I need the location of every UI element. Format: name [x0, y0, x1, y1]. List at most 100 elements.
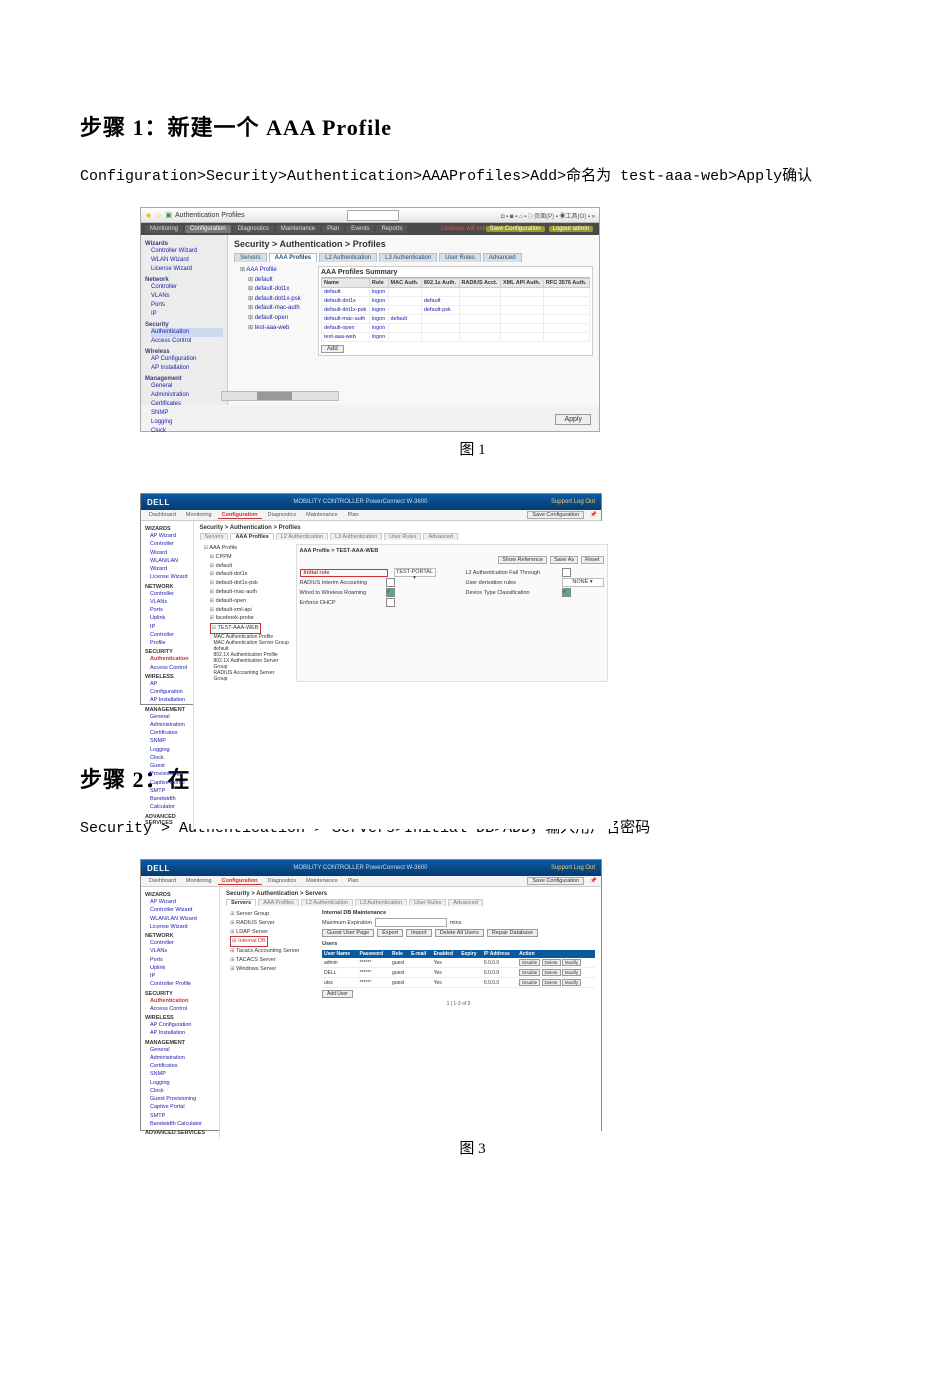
enforce-dhcp-checkbox[interactable]	[386, 598, 395, 607]
tree-item[interactable]: default-xml-api	[210, 606, 290, 615]
sidebar-item[interactable]: SNMP	[150, 1070, 215, 1078]
sidebar-item[interactable]: SMTP	[150, 787, 189, 795]
tree-item[interactable]: LDAP Server	[230, 928, 316, 937]
url-input[interactable]	[347, 210, 399, 221]
horizontal-scrollbar[interactable]	[221, 391, 339, 401]
top-right-links[interactable]: Support Log Out	[551, 499, 595, 505]
sidebar-item[interactable]: Controller Profile	[150, 631, 189, 648]
tab-aaa-profiles[interactable]: AAA Profiles	[258, 899, 299, 906]
sidebar-item[interactable]: Logging	[150, 746, 189, 754]
top-right-links[interactable]: Support Log Out	[551, 865, 595, 871]
sidebar-item[interactable]: Logging	[150, 1079, 215, 1087]
sidebar-item[interactable]: Guest Provisioning	[150, 762, 189, 779]
sidebar-item[interactable]: WLAN Wizard	[151, 256, 223, 265]
add-user-button[interactable]: Add User	[322, 990, 353, 998]
sidebar-item[interactable]: Guest Provisioning	[150, 1095, 215, 1103]
sidebar-item[interactable]: AP Installation	[151, 364, 223, 373]
subtree-item[interactable]: RADIUS Accounting Server Group	[214, 670, 290, 682]
tree-root[interactable]: AAA Profile	[240, 266, 312, 276]
sidebar-item[interactable]: AP Configuration	[150, 680, 189, 697]
menu-configuration[interactable]: Configuration	[218, 512, 262, 519]
sidebar-item[interactable]: Certificates	[151, 400, 223, 409]
tree-item[interactable]: default-mac-auth	[210, 588, 290, 597]
tree-item[interactable]: default	[210, 562, 290, 571]
sidebar-item[interactable]: Certificates	[150, 1062, 215, 1070]
l2-failthrough-checkbox[interactable]	[562, 568, 571, 577]
sidebar-item[interactable]: Certificates	[150, 729, 189, 737]
tree-item[interactable]: default-dot1x-psk	[248, 295, 312, 305]
sidebar-item[interactable]: IP	[150, 623, 189, 631]
modify-button[interactable]: Modify	[562, 969, 581, 976]
sidebar-item-authentication[interactable]: Authentication	[151, 328, 223, 337]
table-row[interactable]: default-mac-authlogondefault	[322, 315, 590, 324]
sidebar-item[interactable]: Clock	[150, 1087, 215, 1095]
sidebar-item[interactable]: Controller Wizard	[150, 540, 189, 557]
tree-item-internal-db[interactable]: Internal DB	[230, 936, 268, 947]
disable-button[interactable]: Disable	[519, 969, 540, 976]
nav-diagnostics[interactable]: Diagnostics	[233, 225, 274, 233]
nav-events[interactable]: Events	[346, 225, 374, 233]
tree-item[interactable]: facebook-probe	[210, 614, 290, 623]
disable-button[interactable]: Disable	[519, 959, 540, 966]
menu-configuration[interactable]: Configuration	[218, 878, 262, 885]
sidebar-item[interactable]: Controller Wizard	[150, 906, 215, 914]
sidebar-item[interactable]: WLAN/LAN Wizard	[150, 915, 215, 923]
tab-servers[interactable]: Servers	[200, 533, 229, 540]
sidebar-item[interactable]: Bandwidth Calculator	[150, 795, 189, 812]
nav-configuration[interactable]: Configuration	[185, 225, 231, 233]
menu-maintenance[interactable]: Maintenance	[302, 512, 342, 518]
sidebar-item[interactable]: License Wizard	[151, 265, 223, 274]
logout-button[interactable]: Logout admin	[549, 226, 593, 232]
save-configuration-button[interactable]: Save Configuration	[486, 226, 545, 232]
tab-aaa-profiles[interactable]: AAA Profiles	[230, 533, 273, 540]
sidebar-item[interactable]: Uplink	[150, 614, 189, 622]
sidebar-item[interactable]: Controller	[150, 590, 189, 598]
sidebar-item[interactable]: Controller Profile	[150, 980, 215, 988]
menu-diagnostics[interactable]: Diagnostics	[264, 512, 300, 518]
import-button[interactable]: Import	[406, 929, 432, 937]
sidebar-item[interactable]: Captive Portal	[150, 1103, 215, 1111]
table-row[interactable]: utsc******guestYes0.0.0.0 Disable Delete…	[322, 978, 595, 988]
menu-dashboard[interactable]: Dashboard	[145, 878, 180, 884]
sidebar-item[interactable]: IP	[151, 310, 223, 319]
wired-roaming-checkbox[interactable]: ✓	[386, 588, 395, 597]
delete-all-button[interactable]: Delete All Users	[435, 929, 484, 937]
tree-item[interactable]: test-aaa-web	[248, 324, 312, 334]
tab-l2auth[interactable]: L2 Authentication	[276, 533, 328, 540]
sidebar-item[interactable]: SNMP	[150, 737, 189, 745]
subtree-item[interactable]: MAC Authentication Server Group default	[214, 640, 290, 652]
sidebar-item[interactable]: General	[150, 1046, 215, 1054]
sidebar-item[interactable]: Controller	[150, 939, 215, 947]
sidebar-item[interactable]: IP	[150, 972, 215, 980]
sidebar-item[interactable]: Ports	[151, 301, 223, 310]
sidebar-item[interactable]: AP Configuration	[151, 355, 223, 364]
sidebar-item[interactable]: Administration	[150, 721, 189, 729]
sidebar-item[interactable]: VLANs	[150, 598, 189, 606]
sidebar-item[interactable]: Administration	[151, 391, 223, 400]
table-row[interactable]: default-openlogon	[322, 324, 590, 333]
tree-item[interactable]: default-dot1x	[248, 285, 312, 295]
initial-role-select[interactable]: TEST-PORTAL ▾	[394, 568, 436, 577]
menu-monitoring[interactable]: Monitoring	[182, 512, 216, 518]
tab-servers[interactable]: Servers	[234, 253, 267, 262]
save-as-button[interactable]: Save As	[550, 556, 578, 564]
apply-button[interactable]: Apply	[555, 414, 591, 425]
sidebar-item[interactable]: Access Control	[150, 664, 189, 672]
sidebar-item[interactable]: AP Installation	[150, 1029, 215, 1037]
export-button[interactable]: Export	[377, 929, 403, 937]
delete-button[interactable]: Delete	[542, 979, 561, 986]
tab-advanced[interactable]: Advanced	[483, 253, 522, 262]
tree-item[interactable]: RADIUS Server	[230, 919, 316, 928]
sidebar-item[interactable]: Captive Portal	[150, 779, 189, 787]
sidebar-item[interactable]: Ports	[150, 606, 189, 614]
tab-l3auth[interactable]: L3 Authentication	[330, 533, 382, 540]
tree-root[interactable]: AAA Profile	[204, 544, 290, 553]
sidebar-item[interactable]: Access Control	[151, 337, 223, 346]
tab-advanced[interactable]: Advanced	[423, 533, 457, 540]
user-derivation-select[interactable]: NONE ▾	[562, 578, 604, 587]
menu-diagnostics[interactable]: Diagnostics	[264, 878, 300, 884]
modify-button[interactable]: Modify	[562, 979, 581, 986]
tab-userrules[interactable]: User Rules	[409, 899, 446, 906]
tree-item[interactable]: default-dot1x	[210, 570, 290, 579]
sidebar-item[interactable]: Clock	[151, 427, 223, 436]
